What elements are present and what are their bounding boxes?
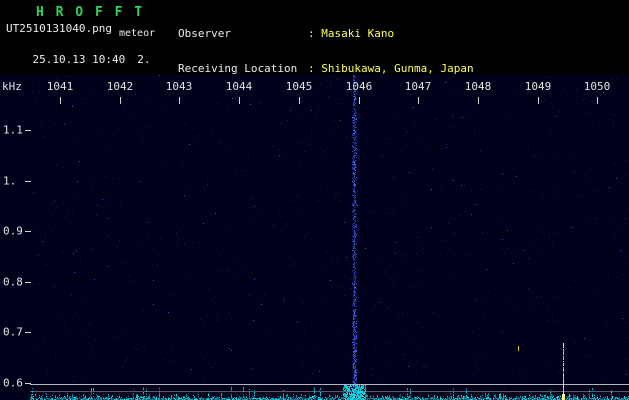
meta-row-observer: Observer: Masaki Kano: [178, 28, 527, 40]
freq-tick-0.6: 0.6: [3, 376, 23, 390]
time-tick-1048: 1048: [464, 80, 492, 93]
freq-axis-unit: kHz: [2, 80, 22, 93]
time-tick-1047: 1047: [404, 80, 432, 93]
meta-label: Receiving Location: [178, 61, 298, 75]
file-name: UT2510131040.png: [6, 22, 112, 35]
meta-label: Observer: [178, 27, 231, 40]
meta-separator: :: [308, 61, 315, 75]
meta-row-location: Receiving Location: Shibukawa, Gunma, Ja…: [178, 61, 527, 75]
counter-value: 2.: [137, 53, 151, 66]
time-tick-1050: 1050: [583, 80, 611, 93]
time-tick-1046: 1046: [345, 80, 373, 93]
spectrogram-plot: kHz 1041 1042 1043 1044 1045 1046 1047 1048 1049…: [0, 75, 629, 400]
freq-tick-0.7: 0.7: [3, 325, 23, 339]
freq-tick-1.: 1.: [3, 174, 17, 188]
freq-tick-0.8: 0.8: [3, 275, 23, 289]
time-tick-1041: 1041: [46, 80, 74, 93]
spectrogram-canvas: [0, 75, 629, 400]
mode-label: meteor: [119, 28, 156, 39]
observation-datetime: 25.10.13 10:40: [32, 53, 126, 66]
time-tick-1045: 1045: [285, 80, 313, 93]
freq-tick-0.9: 0.9: [3, 224, 23, 238]
meta-value: Masaki Kano: [321, 27, 395, 40]
meta-value: Shibukawa, Gunma, Japan: [321, 61, 474, 75]
time-tick-1043: 1043: [165, 80, 193, 93]
freq-tick-1.1: 1.1: [3, 123, 23, 137]
time-tick-1042: 1042: [106, 80, 134, 93]
meta-separator: :: [308, 27, 315, 40]
timestamp-line: 25.10.13 10:40 2.: [6, 40, 151, 79]
app-title: H R O F F T: [36, 5, 145, 20]
time-tick-1049: 1049: [524, 80, 552, 93]
hrofft-screen: H R O F F T UT2510131040.png meteor 25.1…: [0, 0, 629, 400]
time-tick-1044: 1044: [225, 80, 253, 93]
